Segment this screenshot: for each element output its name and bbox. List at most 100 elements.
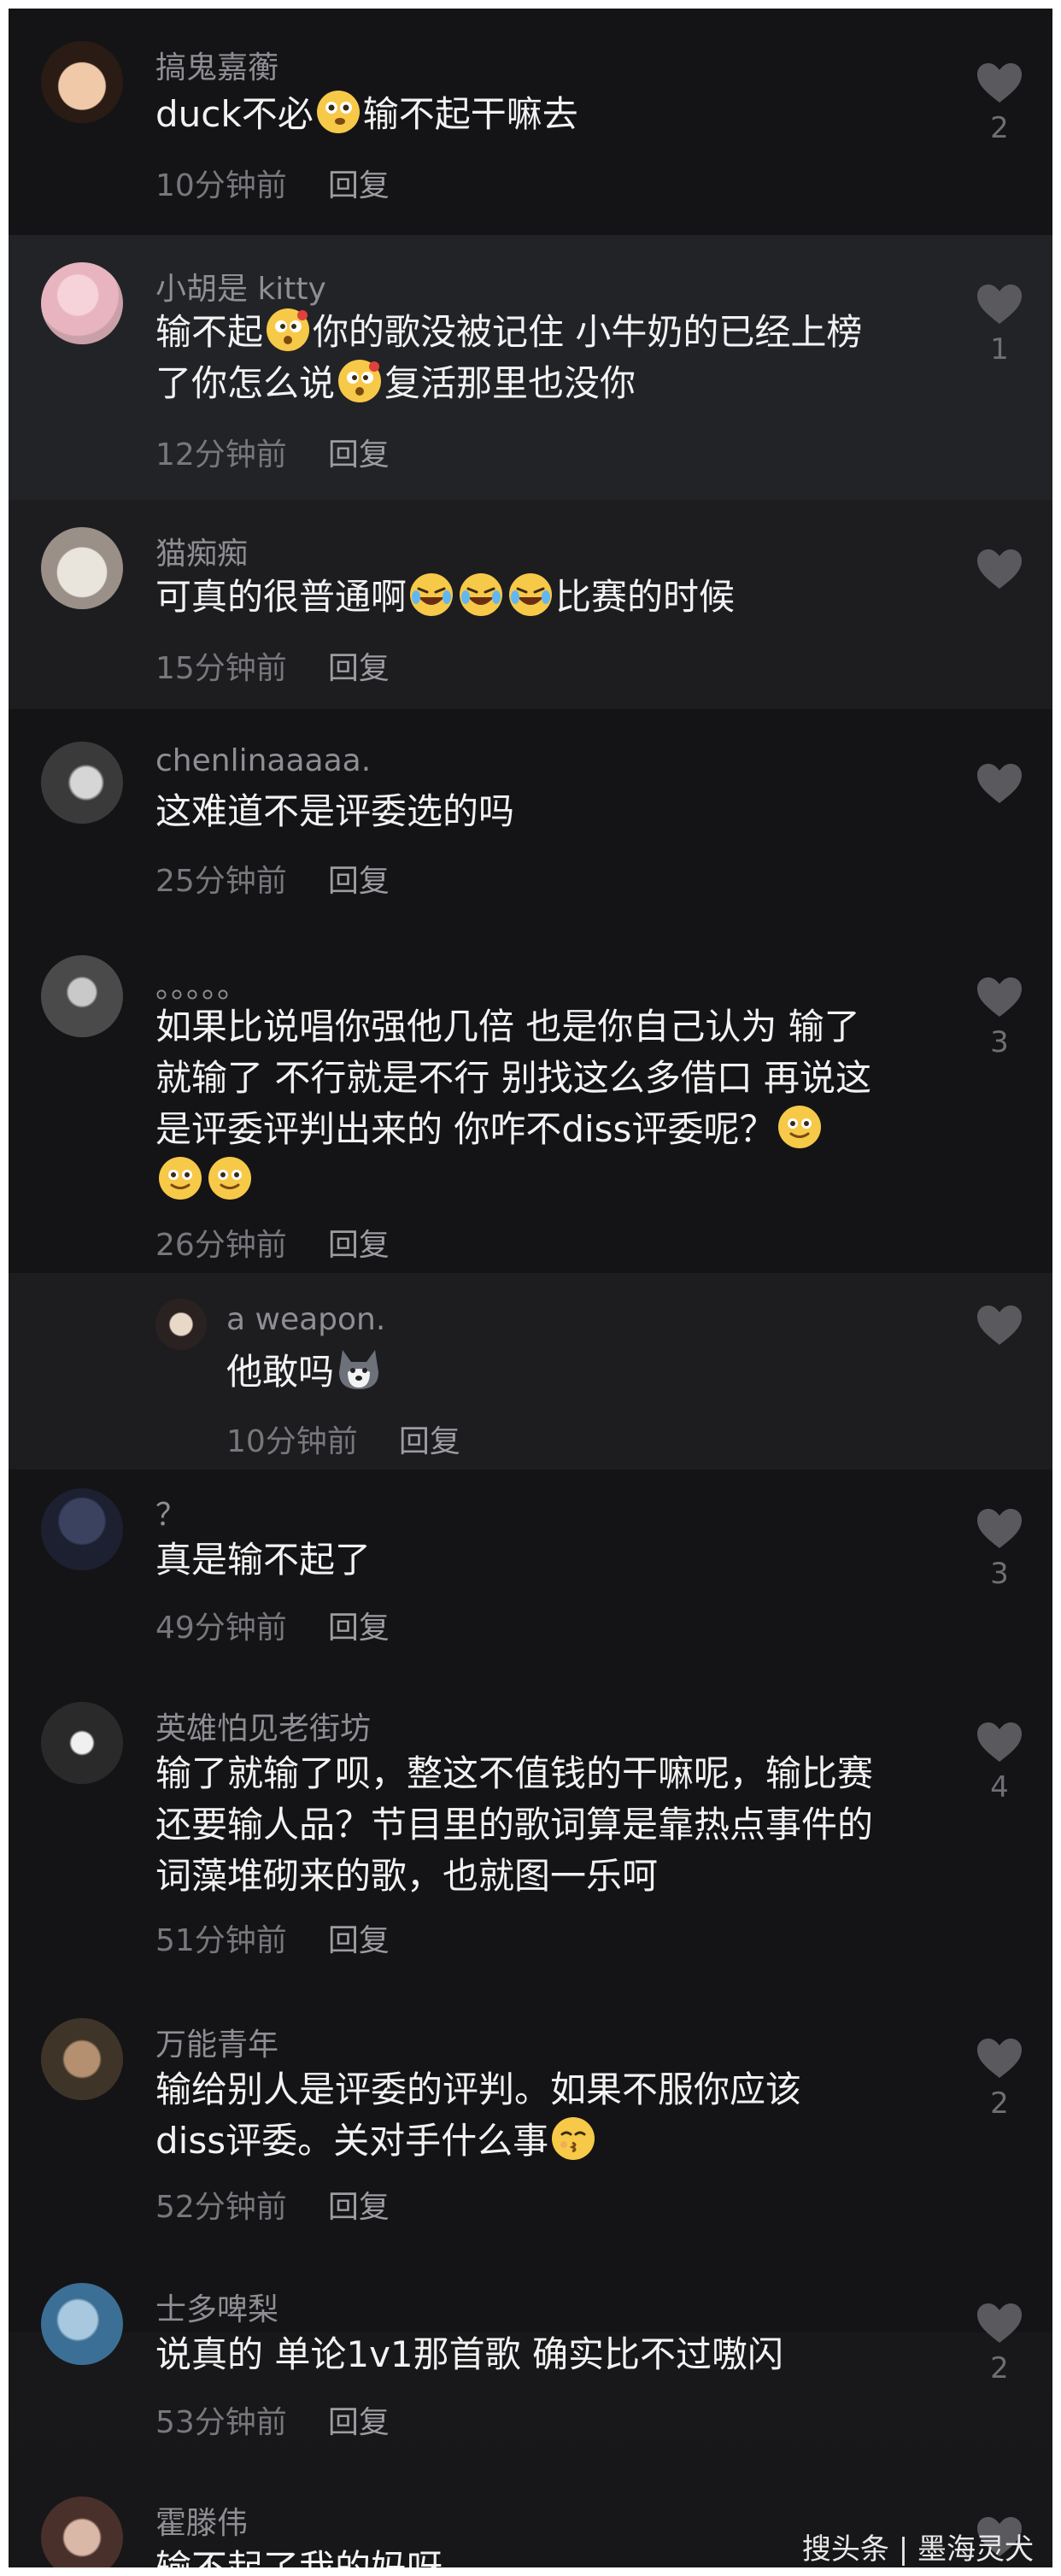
avatar[interactable] bbox=[41, 955, 123, 1037]
heart-icon bbox=[976, 1507, 1023, 1550]
timestamp: 49分钟前 bbox=[155, 1611, 287, 1646]
like-button[interactable]: 4 bbox=[974, 1721, 1025, 1804]
like-button[interactable] bbox=[974, 1304, 1025, 1353]
heart-icon bbox=[976, 762, 1023, 805]
timestamp: 12分钟前 bbox=[155, 437, 287, 472]
reply-button[interactable]: 回复 bbox=[328, 1228, 390, 1263]
username[interactable]: chenlinaaaaa. bbox=[155, 743, 371, 778]
comment-meta: 10分钟前 回复 bbox=[155, 161, 390, 205]
username[interactable]: ？ bbox=[155, 1490, 186, 1534]
comment-text: 可真的很普通啊 比赛的时候 bbox=[155, 572, 941, 623]
reply-button[interactable]: 回复 bbox=[328, 2405, 390, 2440]
reply-button[interactable]: 回复 bbox=[328, 1923, 390, 1958]
like-count: 2 bbox=[990, 2351, 1009, 2385]
comment-text: 说真的 单论1v1那首歌 确实比不过嗷闪 bbox=[155, 2333, 784, 2375]
reply-button[interactable]: 回复 bbox=[328, 168, 390, 203]
reply-button[interactable]: 回复 bbox=[328, 437, 390, 472]
comment-text: 这难道不是评委选的吗 bbox=[155, 790, 515, 832]
like-button[interactable]: 3 bbox=[974, 1507, 1025, 1591]
like-button[interactable]: 1 bbox=[974, 283, 1025, 367]
reply-button[interactable]: 回复 bbox=[328, 651, 390, 686]
avatar[interactable] bbox=[41, 41, 123, 123]
reply-button[interactable]: 回复 bbox=[328, 864, 390, 899]
thinking-face-emoji bbox=[315, 89, 361, 135]
comment-text: duck不必 输不起干嘛去 bbox=[155, 89, 941, 140]
smiling-face-emoji bbox=[157, 1155, 203, 1201]
heart-icon bbox=[976, 1721, 1023, 1763]
smiling-face-emoji bbox=[207, 1155, 253, 1201]
timestamp: 15分钟前 bbox=[155, 651, 287, 686]
avatar[interactable] bbox=[41, 2283, 123, 2365]
comment-text: 输了就输了呗，整这不值钱的干嘛呢，输比赛 还要输人品？节目里的歌词算是靠热点事件的… bbox=[155, 1752, 874, 1897]
avatar[interactable] bbox=[41, 262, 123, 344]
timestamp: 53分钟前 bbox=[155, 2405, 287, 2440]
timestamp: 52分钟前 bbox=[155, 2190, 287, 2225]
username[interactable]: 搞鬼嘉蘅 bbox=[155, 43, 278, 87]
comment-meta: 53分钟前 回复 bbox=[155, 2397, 390, 2442]
timestamp: 25分钟前 bbox=[155, 864, 287, 899]
like-button[interactable] bbox=[974, 548, 1025, 597]
avatar[interactable] bbox=[41, 527, 123, 609]
username[interactable]: 士多啤梨 bbox=[155, 2285, 278, 2329]
dizzy-face-emoji bbox=[337, 358, 383, 404]
avatar[interactable] bbox=[41, 2018, 123, 2100]
comment-meta: 52分钟前 回复 bbox=[155, 2182, 390, 2227]
username[interactable]: 万能青年 bbox=[155, 2020, 278, 2064]
heart-icon bbox=[976, 976, 1023, 1018]
heart-icon bbox=[976, 283, 1023, 326]
avatar[interactable] bbox=[41, 1702, 123, 1784]
avatar[interactable] bbox=[41, 1488, 123, 1570]
heart-icon bbox=[976, 2037, 1023, 2080]
comment-text: 输不起 你的歌没被记住 小牛奶的已经上榜 了你怎么说 复活那里也没你 bbox=[155, 307, 941, 409]
like-button[interactable]: 2 bbox=[974, 62, 1025, 145]
heart-icon bbox=[976, 62, 1023, 104]
timestamp: 10分钟前 bbox=[155, 168, 287, 203]
comment-meta: 15分钟前 回复 bbox=[155, 643, 390, 688]
username[interactable]: a weapon. bbox=[226, 1302, 385, 1337]
avatar[interactable] bbox=[41, 2497, 123, 2567]
timestamp: 10分钟前 bbox=[226, 1424, 358, 1459]
like-count: 3 bbox=[990, 1025, 1009, 1059]
username[interactable]: 小胡是 kitty bbox=[155, 264, 326, 308]
timestamp: 26分钟前 bbox=[155, 1228, 287, 1263]
like-count: 2 bbox=[990, 111, 1009, 145]
comment-meta: 12分钟前 回复 bbox=[155, 430, 390, 474]
like-button[interactable] bbox=[974, 762, 1025, 812]
like-button[interactable]: 2 bbox=[974, 2302, 1025, 2385]
comment-meta: 49分钟前 回复 bbox=[155, 1603, 390, 1647]
like-count: 3 bbox=[990, 1557, 1009, 1591]
husky-dog-emoji bbox=[336, 1347, 382, 1393]
timestamp: 51分钟前 bbox=[155, 1923, 287, 1958]
smiling-face-emoji bbox=[777, 1104, 823, 1150]
avatar[interactable] bbox=[155, 1299, 207, 1350]
comment-text: 他敢吗 bbox=[226, 1347, 944, 1398]
comment-meta: 26分钟前 回复 bbox=[155, 1220, 390, 1265]
dizzy-face-emoji bbox=[265, 307, 311, 353]
rolling-laughing-emoji bbox=[408, 572, 454, 618]
username[interactable]: 英雄怕见老街坊 bbox=[155, 1704, 371, 1748]
rolling-laughing-emoji bbox=[458, 572, 504, 618]
like-count: 2 bbox=[990, 2086, 1009, 2121]
reply-button[interactable]: 回复 bbox=[328, 2190, 390, 2225]
like-count: 1 bbox=[990, 332, 1009, 367]
username[interactable]: 猫痴痴 bbox=[155, 529, 248, 573]
comment-meta: 51分钟前 回复 bbox=[155, 1916, 390, 1960]
heart-icon bbox=[976, 548, 1023, 590]
comment-meta: 25分钟前 回复 bbox=[155, 856, 390, 901]
like-button[interactable]: 3 bbox=[974, 976, 1025, 1059]
username[interactable]: 霍滕伟 bbox=[155, 2498, 248, 2543]
reply-button[interactable]: 回复 bbox=[399, 1424, 460, 1459]
avatar[interactable] bbox=[41, 742, 123, 824]
username[interactable]: 。。。。。 bbox=[155, 962, 248, 1006]
comment-list[interactable]: 搞鬼嘉蘅 duck不必 输不起干嘛去 10分钟前 回复 2 小胡是 kitty 输不… bbox=[9, 9, 1052, 2567]
watermark: 搜头条 | 墨海灵犬 bbox=[801, 2532, 1034, 2567]
comment-text: 如果比说唱你强他几倍 也是你自己认为 输了 就输了 不行就是不行 别找这么多借口 … bbox=[155, 1001, 941, 1206]
heart-icon bbox=[976, 2302, 1023, 2344]
comment-text: 输给别人是评委的评判。如果不服你应该 diss评委。关对手什么事 bbox=[155, 2068, 802, 2162]
like-button[interactable]: 2 bbox=[974, 2037, 1025, 2121]
heart-icon bbox=[976, 1304, 1023, 1347]
like-count: 4 bbox=[990, 1770, 1009, 1804]
comment-text: 真是输不起了 bbox=[155, 1539, 372, 1581]
reply-button[interactable]: 回复 bbox=[328, 1611, 390, 1646]
kissing-face-emoji bbox=[550, 2115, 596, 2162]
